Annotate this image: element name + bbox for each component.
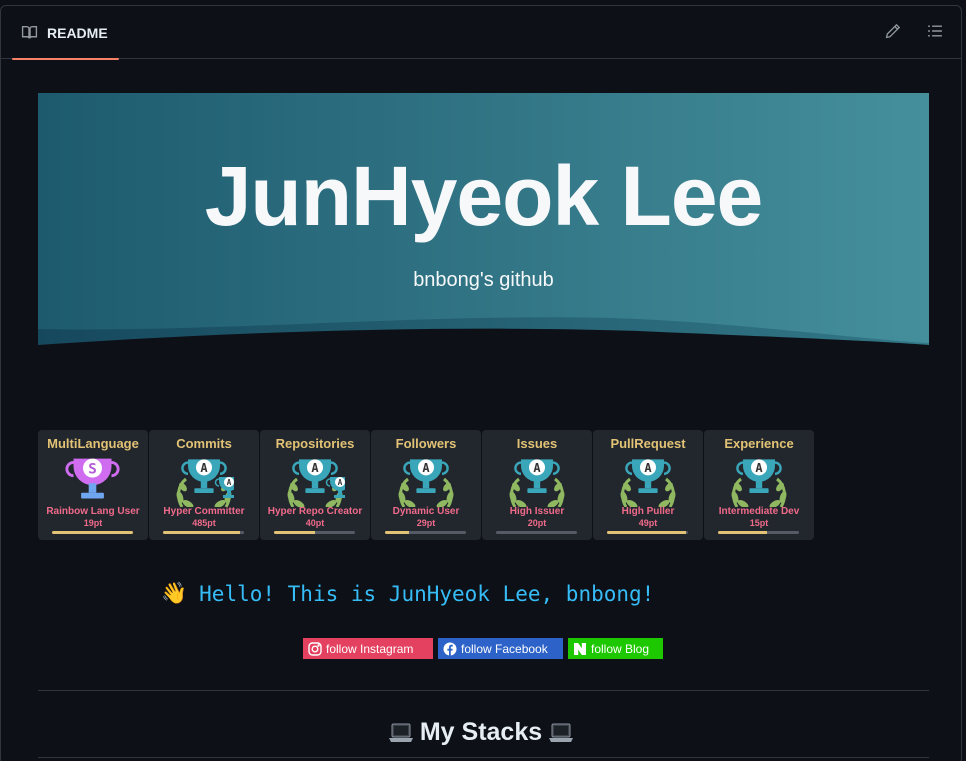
trophy-progress-bar [385,531,466,534]
trophy-multilanguage[interactable]: MultiLanguage S Rainbow Lang User 19pt [38,430,148,540]
trophy-progress-fill [163,531,240,534]
trophy-icon: A [507,451,567,512]
blog-badge[interactable]: follow Blog [568,638,663,659]
trophy-points: 15pt [749,518,769,528]
trophy-icon: AA [174,451,244,512]
trophy-title: Experience [724,436,794,451]
section-divider [38,757,929,758]
outline-button[interactable] [925,23,945,43]
book-icon [21,24,38,41]
facebook-icon [443,642,457,656]
list-unordered-icon [927,23,943,44]
svg-text:A: A [227,478,232,487]
trophy-progress-bar [52,531,133,534]
laptop-icon [388,721,414,745]
trophy-progress-fill [274,531,315,534]
rainbow-trophy-icon: S [63,451,123,512]
trophy-progress-bar [274,531,355,534]
stacks-heading: My Stacks [1,718,961,747]
trophy-rank-title: Hyper Repo Creator [267,506,363,517]
stacks-title: My Stacks [419,718,543,746]
section-divider [38,690,929,691]
trophy-progress-bar [718,531,799,534]
header-banner: JunHyeok Lee bnbong's github [38,93,929,356]
trophy-points: 49pt [638,518,658,528]
trophy-rank-title: Dynamic User [392,506,460,517]
svg-text:A: A [755,461,763,475]
trophy-points: 485pt [192,518,216,528]
trophy-progress-bar [163,531,244,534]
trophy-title: PullRequest [610,436,686,451]
laptop-icon [548,721,574,745]
tab-readme-label: README [47,24,108,41]
svg-text:S: S [88,461,97,477]
instagram-icon [308,641,322,656]
banner-title: JunHyeok Lee [204,149,764,243]
svg-text:A: A [422,461,430,475]
trophy-title: Commits [176,436,232,451]
trophy-title: Repositories [275,436,355,451]
trophy-rank-title: Intermediate Dev [718,506,800,517]
instagram-badge[interactable]: follow Instagram [303,638,433,659]
hello-text: Hello! This is JunHyeok Lee, bnbong! [199,581,655,606]
trophy-points: 20pt [527,518,547,528]
waving-hand-icon: 👋 [161,581,188,605]
trophy-issues[interactable]: Issues A High Issuer 20pt [482,430,592,540]
instagram-badge-label: follow Instagram [326,641,414,656]
trophy-row[interactable]: MultiLanguage S Rainbow Lang User 19pt Commi… [38,430,814,540]
trophy-progress-bar [496,531,577,534]
blog-badge-label: follow Blog [591,641,650,656]
svg-text:A: A [200,461,208,475]
trophy-pullrequest[interactable]: PullRequest A High Puller 49pt [593,430,703,540]
svg-text:A: A [533,461,541,475]
trophy-commits[interactable]: Commits A A Hyper Committer 485pt [149,430,259,540]
trophy-title: Followers [395,436,457,451]
trophy-points: 40pt [305,518,325,528]
trophy-title: Issues [516,436,558,451]
trophy-rank-title: High Puller [621,506,675,517]
readme-header: README [1,6,961,60]
trophy-rank-title: High Issuer [509,506,565,517]
trophy-progress-bar [607,531,688,534]
tab-readme[interactable]: README [12,6,119,60]
facebook-badge[interactable]: follow Facebook [438,638,563,659]
banner-subtitle: bnbong's github [413,269,554,291]
trophy-title: MultiLanguage [47,436,139,451]
trophy-points: 19pt [83,518,103,528]
trophy-points: 29pt [416,518,436,528]
trophy-followers[interactable]: Followers A Dynamic User 29pt [371,430,481,540]
trophy-repositories[interactable]: Repositories A A Hyper Repo Creator 40pt [260,430,370,540]
trophy-progress-fill [52,531,133,534]
naver-icon [573,642,587,656]
svg-text:A: A [311,461,319,475]
trophy-experience[interactable]: Experience A Intermediate Dev 15pt [704,430,814,540]
pencil-icon [885,23,901,44]
trophy-rank-title: Hyper Committer [163,506,245,517]
edit-button[interactable] [883,23,903,43]
trophy-rank-title: Rainbow Lang User [46,506,140,517]
svg-text:A: A [644,461,652,475]
facebook-badge-label: follow Facebook [461,641,548,656]
trophy-icon: AA [285,451,355,512]
trophy-icon: A [729,451,789,512]
readme-panel: README JunHyeok Lee bnbong's github Mult… [0,5,962,761]
trophy-icon: A [618,451,678,512]
trophy-progress-fill [718,531,767,534]
svg-text:A: A [338,478,343,487]
trophy-progress-fill [385,531,410,534]
hello-line: 👋 Hello! This is JunHyeok Lee, bnbong! [161,581,654,606]
trophy-progress-fill [607,531,686,534]
trophy-icon: A [396,451,456,512]
social-badges: follow Instagram follow Facebook follow … [303,638,663,659]
